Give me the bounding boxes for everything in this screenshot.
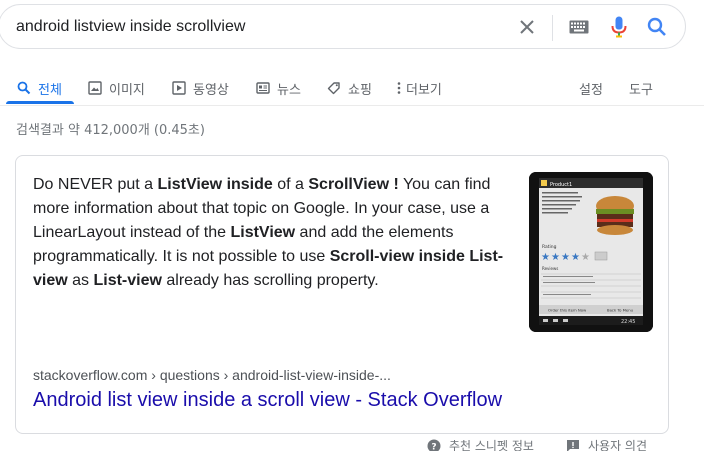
settings-label: 설정: [579, 82, 603, 98]
app-icon: [541, 180, 547, 186]
featured-snippet: Do NEVER put a ListView inside of a Scro…: [15, 155, 669, 434]
tab-label: 더보기: [406, 82, 442, 98]
android-nav-icons: [543, 319, 568, 322]
tab-images[interactable]: 이미지: [87, 73, 145, 103]
thumb-app-title: Product1: [550, 182, 572, 188]
svg-text:★: ★: [541, 252, 550, 263]
news-icon: [255, 80, 271, 96]
more-vert-icon: [396, 80, 402, 96]
snippet-part: as: [67, 272, 94, 289]
about-label: 추천 스니펫 정보: [449, 439, 534, 451]
thumb-order-button: Order this item Now: [548, 308, 586, 313]
tab-label: 뉴스: [277, 82, 301, 98]
result-title-link[interactable]: Android list view inside a scroll view -…: [33, 389, 502, 412]
search-icon[interactable]: [645, 15, 669, 39]
snippet-highlight: List-view: [93, 272, 162, 289]
tab-videos[interactable]: 동영상: [171, 73, 229, 103]
svg-text:?: ?: [431, 442, 436, 451]
snippet-part: already has scrolling property.: [161, 272, 379, 289]
svg-text:★: ★: [551, 252, 560, 263]
video-icon: [171, 80, 187, 96]
tab-more[interactable]: 더보기: [396, 73, 442, 103]
tab-news[interactable]: 뉴스: [255, 73, 301, 103]
send-feedback[interactable]: 사용자 의견: [566, 437, 647, 451]
result-stats: 검색결과 약 412,000개 (0.45초): [16, 123, 205, 138]
snippet-highlight: Scroll-view inside: [329, 248, 465, 265]
search-tabs: 전체 이미지 동영상 뉴스 쇼핑 더보기 설정 도구: [0, 66, 704, 106]
thumb-reviews-label: Reviews: [542, 266, 558, 271]
snippet-highlight: ListView: [230, 224, 296, 241]
image-icon: [87, 80, 103, 96]
snippet-part: Do NEVER put a: [33, 176, 158, 193]
search-icon: [16, 80, 32, 96]
svg-text:★: ★: [561, 252, 570, 263]
snippet-highlight: ScrollView !: [308, 176, 399, 193]
thumb-rating-label: Rating: [542, 244, 557, 250]
burger-image: [596, 196, 634, 235]
tab-label: 쇼핑: [348, 82, 372, 98]
thumb-back-button: Back To Menu: [607, 308, 634, 313]
search-divider: [552, 15, 553, 41]
active-tab-indicator: [6, 101, 74, 104]
about-featured-snippets[interactable]: ? 추천 스니펫 정보: [427, 437, 534, 451]
svg-text:★: ★: [571, 252, 580, 263]
svg-text:★: ★: [581, 252, 590, 263]
snippet-highlight: ListView inside: [157, 176, 273, 193]
tools-link[interactable]: 도구: [629, 73, 653, 103]
search-input[interactable]: [16, 18, 496, 36]
search-box[interactable]: [0, 4, 686, 49]
tag-icon: [326, 80, 342, 96]
tools-label: 도구: [629, 82, 653, 98]
tab-label: 이미지: [109, 82, 145, 98]
keyboard-icon[interactable]: [567, 15, 591, 39]
rating-stars: ★ ★ ★ ★: [541, 252, 580, 263]
snippet-part: of a: [272, 176, 309, 193]
close-icon[interactable]: [515, 15, 539, 39]
tab-shopping[interactable]: 쇼핑: [326, 73, 372, 103]
tabs-divider: [0, 105, 704, 106]
result-url[interactable]: stackoverflow.com › questions › android-…: [33, 367, 391, 383]
settings-link[interactable]: 설정: [579, 73, 603, 103]
tab-all[interactable]: 전체: [16, 73, 62, 103]
snippet-text: Do NEVER put a ListView inside of a Scro…: [33, 173, 508, 293]
feedback-label: 사용자 의견: [588, 439, 648, 451]
thumb-clock: 22:45: [621, 319, 635, 325]
microphone-icon[interactable]: [607, 15, 631, 39]
feedback-icon: [566, 439, 580, 451]
help-icon: ?: [427, 439, 441, 451]
tab-label: 전체: [38, 82, 62, 98]
snippet-thumbnail[interactable]: Product1 Rating ★ ★ ★ ★ ★ Reviews Order …: [529, 172, 653, 332]
tab-label: 동영상: [193, 82, 229, 98]
